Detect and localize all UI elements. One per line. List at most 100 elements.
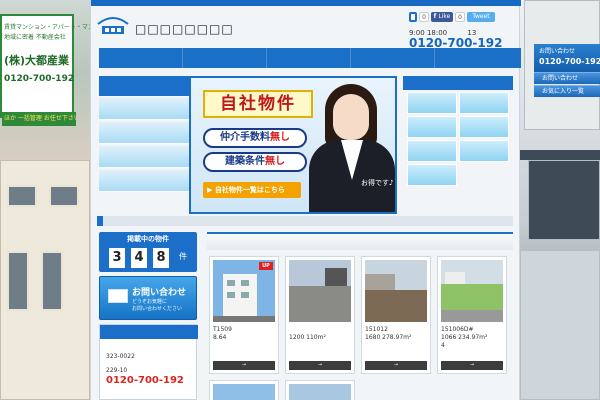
side-inquiry-label: お問い合わせ	[539, 48, 576, 55]
listing-photo[interactable]	[289, 260, 351, 322]
house-roof	[520, 150, 600, 160]
nav-item[interactable]	[183, 48, 267, 68]
left-category-menu	[99, 76, 189, 196]
menu-tile[interactable]	[407, 164, 457, 186]
side-inquiry-phone[interactable]: 0120-700-192	[539, 57, 600, 66]
spokesperson-face	[333, 94, 369, 140]
no-building-condition-pill: 建築条件無し	[203, 152, 307, 172]
listing-detail: 1680 278.97m²	[365, 334, 412, 341]
main-panel: □□□□□□□□ 0 f Like 0 Tweet 9:00 18:00 13 …	[90, 0, 521, 400]
listing-photo[interactable]	[365, 260, 427, 322]
left-menu-item[interactable]	[99, 122, 189, 144]
share-count: 0	[419, 12, 429, 22]
company-signboard: 賃貸マンション・アパート・マンション 地域に密着 不動産会社 (株)大都産業 0…	[0, 14, 112, 126]
building-window	[7, 251, 29, 311]
menu-tile[interactable]	[459, 92, 509, 114]
listing-photo[interactable]: UP	[213, 260, 275, 322]
listing-detail-button[interactable]: →	[441, 361, 503, 370]
tweet-label: Tweet	[472, 13, 490, 20]
inquiry-sub-line: お問い合わせください	[132, 306, 183, 312]
facebook-like-label: Like	[438, 13, 451, 20]
listing-photo[interactable]	[441, 260, 503, 322]
company-zip: 323-0022	[106, 353, 135, 360]
count-unit: 件	[179, 252, 187, 261]
listing-photo[interactable]	[289, 384, 351, 400]
own-properties-button[interactable]: ▶ 自社物件一覧はこちら	[203, 182, 301, 198]
side-contact-button[interactable]: お問い合わせ	[534, 72, 600, 84]
listing-card[interactable]	[209, 380, 279, 400]
listing-detail-button[interactable]: →	[213, 361, 275, 370]
side-inquiry-widget[interactable]: お問い合わせ 0120-700-192	[534, 44, 600, 72]
house-photo	[520, 250, 600, 400]
inquiry-banner[interactable]: お問い合わせ どうぞお気軽に お問い合わせください	[99, 276, 197, 320]
site-logo-name[interactable]: □□□□□□□□	[135, 22, 234, 36]
listing-card[interactable]	[285, 380, 355, 400]
listing-detail: 1200 110m²	[289, 334, 326, 341]
menu-tile[interactable]	[407, 140, 457, 162]
company-phone[interactable]: 0120-700-192	[106, 375, 184, 386]
inquiry-subtext: どうぞお気軽に お問い合わせください	[132, 299, 182, 313]
global-nav	[99, 48, 521, 68]
hero-bubble-text: お得です♪	[361, 179, 394, 187]
side-favorites-button[interactable]: お気に入り一覧	[534, 85, 600, 97]
company-info-box: 323-0022 229-10 0120-700-192	[99, 324, 198, 400]
nav-item[interactable]	[267, 48, 351, 68]
house-photo	[528, 160, 600, 240]
tweet-button[interactable]: Tweet	[467, 12, 495, 22]
share-icon[interactable]	[409, 12, 417, 22]
nav-item[interactable]	[99, 48, 183, 68]
listing-detail-button[interactable]: →	[289, 361, 351, 370]
logo-icon[interactable]	[96, 12, 130, 38]
building-window	[49, 185, 79, 207]
menu-tile[interactable]	[407, 116, 457, 138]
apartment-building-photo	[0, 160, 90, 400]
hero-banner[interactable]: お得です♪ 自社物件 仲介手数料無し 建築条件無し ▶ 自社物件一覧はこちら	[189, 76, 397, 214]
menu-tile[interactable]	[407, 92, 457, 114]
listing-card[interactable]: 151012 1680 278.97m² →	[361, 256, 431, 374]
listing-count-label: 掲載中の物件	[127, 235, 169, 243]
sign-tagline: 地域に密着 不動産会社	[4, 34, 66, 41]
count-digit: 3	[109, 248, 125, 268]
section-divider	[97, 216, 513, 226]
inquiry-title: お問い合わせ	[132, 288, 187, 298]
listing-detail: 8.64	[213, 334, 227, 341]
listings-header	[207, 232, 513, 250]
envelope-icon	[108, 289, 128, 303]
menu-tile[interactable]	[459, 140, 509, 162]
listing-detail-button[interactable]: →	[365, 361, 427, 370]
company-info-header	[100, 325, 198, 339]
building-window	[7, 185, 37, 207]
left-menu-item[interactable]	[99, 170, 189, 192]
new-badge: UP	[259, 262, 273, 270]
right-tile-menu	[403, 76, 513, 196]
facebook-like-button[interactable]: f Like	[431, 12, 453, 22]
building-window	[41, 251, 63, 311]
top-accent-bar	[91, 0, 521, 6]
company-address: 229-10	[106, 367, 128, 374]
listing-card[interactable]: 151006D# 1066 234.97m² 4 →	[437, 256, 507, 374]
page: 賃貸マンション・アパート・マンション 地域に密着 不動産会社 (株)大都産業 0…	[0, 0, 600, 400]
nav-item[interactable]	[351, 48, 435, 68]
listing-id: T1509	[213, 326, 232, 333]
left-menu-item[interactable]	[99, 146, 189, 168]
listing-photo[interactable]	[213, 384, 275, 400]
left-background-photo: 賃貸マンション・アパート・マンション 地域に密着 不動産会社 (株)大都産業 0…	[0, 0, 112, 400]
no-commission-pill: 仲介手数料無し	[203, 128, 307, 148]
right-menu-header	[403, 76, 513, 90]
nav-item[interactable]	[435, 48, 521, 68]
listing-id: 151006D#	[441, 326, 474, 333]
listing-count-box: 掲載中の物件 3 4 8 件	[99, 232, 197, 272]
pill-text: 建築条件	[225, 156, 265, 167]
listing-card[interactable]: UP T1509 8.64 →	[209, 256, 279, 374]
facebook-like-count: 0	[455, 12, 465, 22]
pill-strong: 無し	[265, 156, 285, 167]
listing-id: 151012	[365, 326, 388, 333]
menu-tile[interactable]	[459, 116, 509, 138]
pill-strong: 無し	[270, 132, 290, 143]
left-menu-item[interactable]	[99, 98, 189, 120]
pill-text: 仲介手数料	[220, 132, 270, 143]
inquiry-sub-line: どうぞお気軽に	[132, 299, 168, 305]
count-digit: 8	[153, 248, 169, 268]
listing-card[interactable]: 1200 110m² →	[285, 256, 355, 374]
left-menu-header	[99, 76, 189, 96]
